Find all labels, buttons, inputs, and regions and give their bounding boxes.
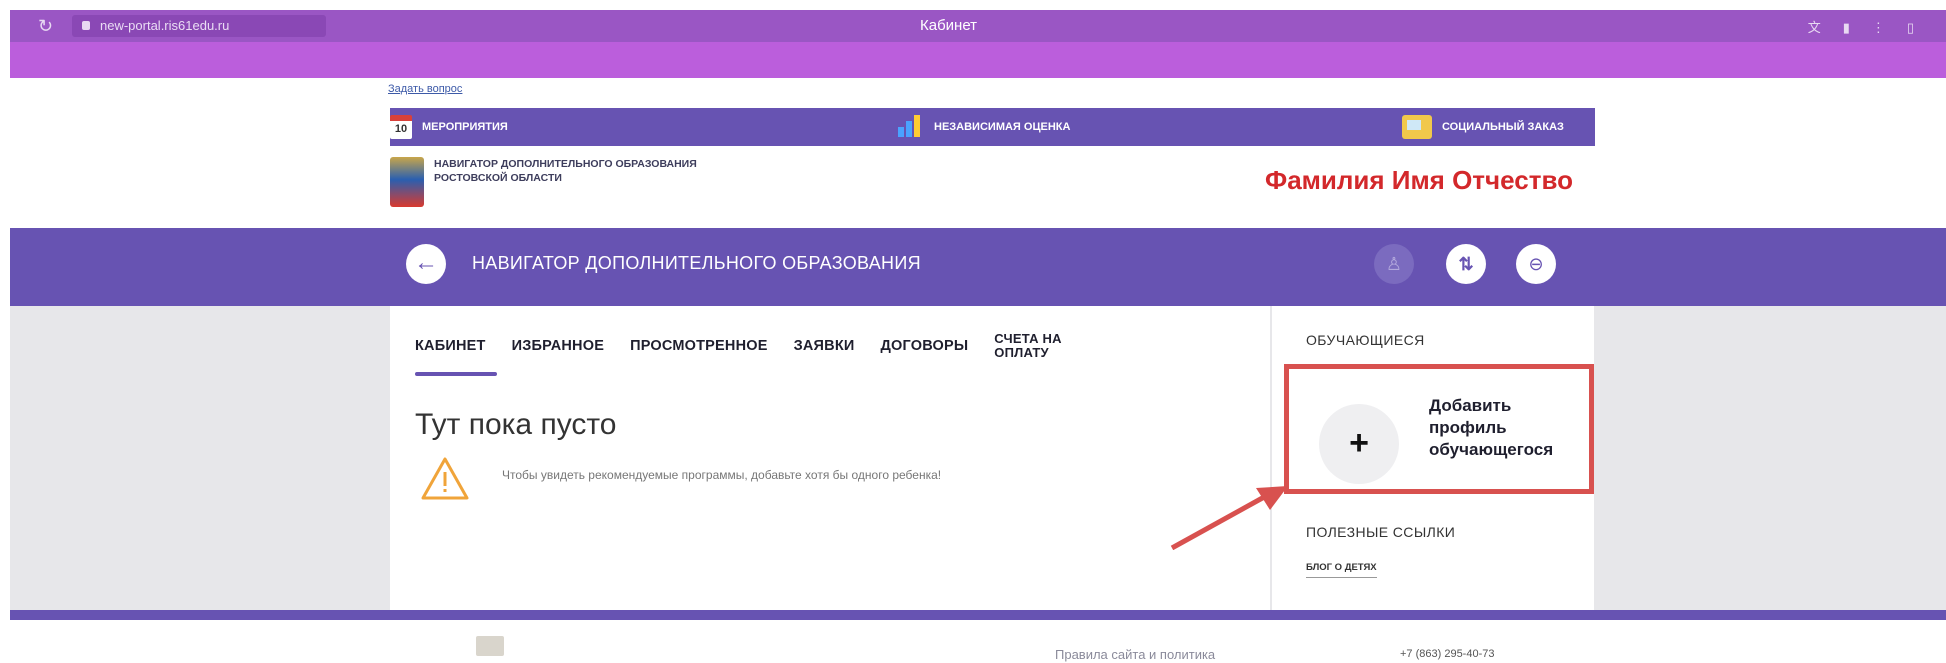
page: ↻ new-portal.ris61edu.ru Кабинет 文▮⋮▯ За… (10, 10, 1946, 663)
tab-contracts[interactable]: ДОГОВОРЫ (881, 338, 969, 354)
user-icon[interactable]: ♙ (1374, 244, 1414, 284)
user-name: Фамилия Имя Отчество (1265, 165, 1573, 195)
logo-text[interactable]: НАВИГАТОР ДОПОЛНИТЕЛЬНОГО ОБРАЗОВАНИЯ РО… (434, 157, 704, 185)
annotation-arrow-icon (1170, 486, 1288, 550)
calendar-icon: 10 (390, 115, 412, 139)
nav-item-label: МЕРОПРИЯТИЯ (422, 121, 508, 133)
browser-toolbar: ↻ new-portal.ris61edu.ru Кабинет 文▮⋮▯ (10, 10, 1946, 42)
top-nav: 10 МЕРОПРИЯТИЯ НЕЗАВИСИМАЯ ОЦЕНКА СОЦИАЛ… (390, 108, 1595, 146)
section-bar (10, 228, 1946, 306)
students-panel: ОБУЧАЮЩИЕСЯ + Добавить профиль обучающег… (1272, 306, 1594, 610)
nav-item-events[interactable]: 10 МЕРОПРИЯТИЯ (390, 108, 508, 146)
plus-icon[interactable]: + (1319, 404, 1399, 484)
add-profile-label[interactable]: Добавить профиль обучающегося (1429, 395, 1589, 461)
add-student-profile-button[interactable]: + Добавить профиль обучающегося (1284, 364, 1594, 494)
reload-icon[interactable]: ↻ (38, 16, 53, 37)
tab-viewed[interactable]: ПРОСМОТРЕННОЕ (630, 338, 768, 354)
cabinet-tabs: КАБИНЕТ ИЗБРАННОЕ ПРОСМОТРЕННОЕ ЗАЯВКИ Д… (415, 326, 1090, 366)
tab-cabinet[interactable]: КАБИНЕТ (415, 338, 486, 354)
back-arrow-icon[interactable]: ← (406, 244, 446, 284)
coat-of-arms-logo[interactable] (390, 157, 424, 207)
footer-rules-link[interactable]: Правила сайта и политика (1055, 647, 1215, 662)
students-heading: ОБУЧАЮЩИЕСЯ (1306, 332, 1425, 348)
footer-phone[interactable]: +7 (863) 295-40-73 (1400, 648, 1494, 660)
nav-item-assessment[interactable]: НЕЗАВИСИМАЯ ОЦЕНКА (898, 108, 1070, 146)
footer-logo (476, 636, 504, 656)
section-title: НАВИГАТОР ДОПОЛНИТЕЛЬНОГО ОБРАЗОВАНИЯ (472, 253, 921, 273)
empty-state-hint: Чтобы увидеть рекомендуемые программы, д… (502, 468, 942, 482)
tab-invoices[interactable]: СЧЕТА НА ОПЛАТУ (994, 332, 1090, 360)
active-tab-indicator (415, 372, 497, 376)
footer-divider (10, 610, 1946, 620)
ask-question-link[interactable]: Задать вопрос (388, 83, 462, 95)
url-text: new-portal.ris61edu.ru (100, 18, 230, 33)
empty-state-title: Тут пока пусто (415, 408, 617, 441)
lock-icon (82, 21, 90, 30)
nav-item-social-order[interactable]: СОЦИАЛЬНЫЙ ЗАКАЗ (1402, 108, 1564, 146)
nav-item-label: НЕЗАВИСИМАЯ ОЦЕНКА (934, 121, 1071, 133)
order-icon (1402, 115, 1432, 139)
warning-icon (421, 457, 469, 500)
chart-icon (898, 115, 924, 139)
browser-band (10, 42, 1946, 78)
site-header: НАВИГАТОР ДОПОЛНИТЕЛЬНОГО ОБРАЗОВАНИЯ РО… (390, 155, 1595, 217)
window-title: Кабинет (920, 17, 978, 34)
cabinet-panel: КАБИНЕТ ИЗБРАННОЕ ПРОСМОТРЕННОЕ ЗАЯВКИ Д… (390, 306, 1270, 610)
tab-favorites[interactable]: ИЗБРАННОЕ (512, 338, 605, 354)
useful-links-heading: ПОЛЕЗНЫЕ ССЫЛКИ (1306, 524, 1456, 540)
tab-applications[interactable]: ЗАЯВКИ (794, 338, 855, 354)
blog-link[interactable]: Блог о детях (1306, 562, 1377, 578)
address-bar[interactable]: new-portal.ris61edu.ru (72, 15, 326, 37)
exit-icon[interactable]: ⊖ (1516, 244, 1556, 284)
nav-item-label: СОЦИАЛЬНЫЙ ЗАКАЗ (1442, 121, 1564, 133)
browser-action-icons[interactable]: 文▮⋮▯ (1808, 17, 1936, 36)
filter-icon[interactable]: ⇅ (1446, 244, 1486, 284)
